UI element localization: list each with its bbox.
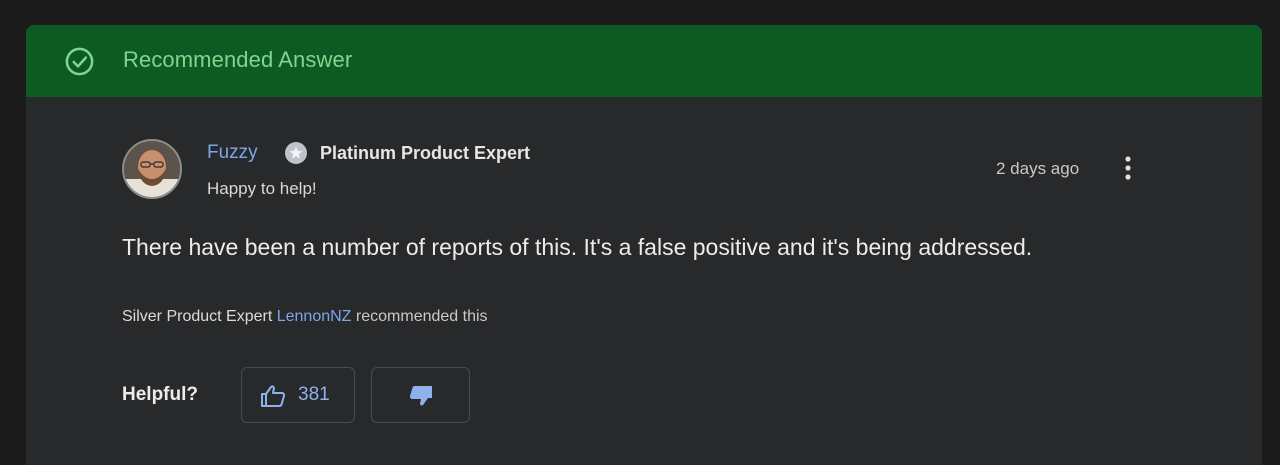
recommender-role: Silver Product Expert bbox=[122, 308, 273, 325]
upvote-count: 381 bbox=[298, 384, 330, 405]
recommended-suffix: recommended this bbox=[355, 308, 488, 325]
recommender-link[interactable]: LennonNZ bbox=[277, 308, 352, 325]
thumb-down-icon bbox=[409, 386, 432, 406]
avatar-image bbox=[124, 141, 180, 197]
badge-label: Platinum Product Expert bbox=[320, 143, 531, 163]
star-badge-icon bbox=[285, 142, 307, 164]
author-tagline: Happy to help! bbox=[207, 179, 317, 198]
answer-text: There have been a number of reports of t… bbox=[122, 234, 1033, 260]
downvote-button[interactable] bbox=[371, 367, 470, 423]
recommended-answer-card: Recommended Answer Fuzzy Platinum Produc… bbox=[26, 25, 1262, 465]
header-title: Recommended Answer bbox=[123, 47, 353, 72]
check-circle-icon bbox=[65, 47, 94, 76]
timestamp: 2 days ago bbox=[996, 159, 1080, 178]
avatar[interactable] bbox=[122, 139, 182, 199]
card-header: Recommended Answer bbox=[26, 25, 1262, 97]
more-vert-icon[interactable] bbox=[1116, 152, 1140, 184]
thumb-up-icon bbox=[261, 385, 286, 407]
author-name[interactable]: Fuzzy bbox=[207, 142, 258, 164]
helpful-label: Helpful? bbox=[122, 384, 198, 405]
upvote-button[interactable]: 381 bbox=[241, 367, 355, 423]
recommended-by: Silver Product Expert LennonNZ recommend… bbox=[122, 308, 488, 326]
